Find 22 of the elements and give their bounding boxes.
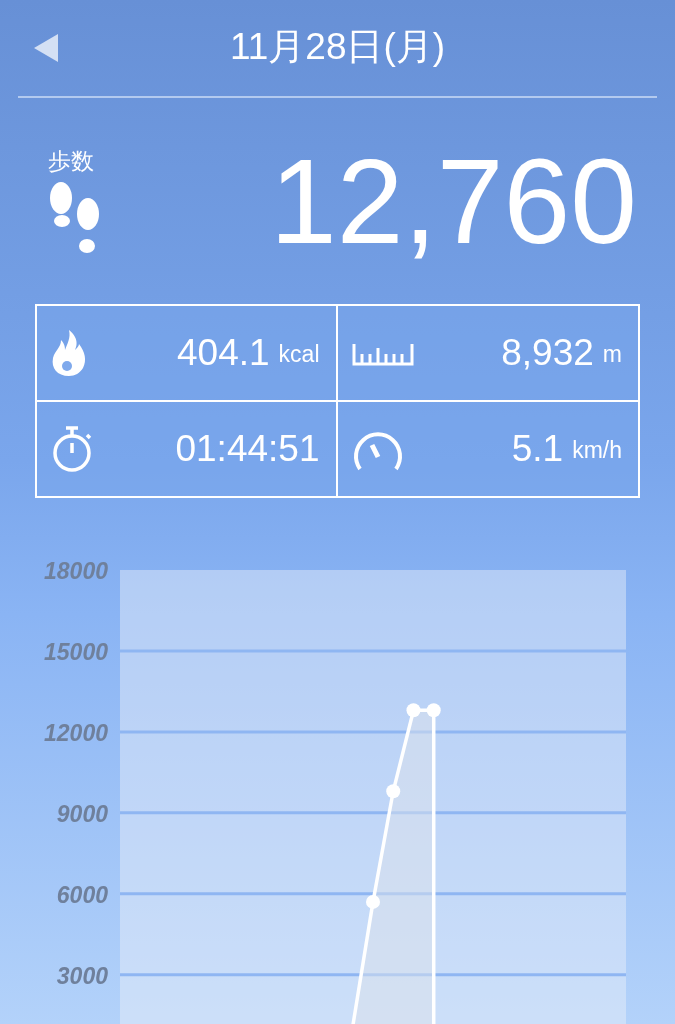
- axis-label: 9000: [56, 800, 108, 827]
- unit-label: km/h: [572, 437, 622, 465]
- axis-label: 15000: [44, 638, 108, 665]
- stat-value: 8,932: [501, 331, 594, 374]
- axis-label: 12000: [44, 719, 108, 746]
- axis-label: 6000: [56, 881, 108, 908]
- stat-value: 01:44:51: [175, 427, 320, 470]
- data-point: [386, 784, 401, 799]
- unit-label: m: [602, 341, 622, 369]
- data-point: [426, 703, 441, 718]
- steps-label: 歩数: [48, 147, 95, 174]
- back-icon[interactable]: [34, 34, 58, 62]
- footprints-icon: [48, 181, 102, 256]
- data-point: [366, 894, 380, 909]
- stat-value: 5.1: [511, 427, 564, 470]
- data-point: [406, 703, 421, 718]
- unit-label: kcal: [278, 341, 320, 369]
- date-title: 11月28日(月): [229, 24, 446, 69]
- stat-value: 404.1: [177, 331, 270, 374]
- flame-icon: [51, 329, 87, 376]
- axis-label: 18000: [44, 557, 108, 584]
- axis-label: 3000: [56, 962, 108, 989]
